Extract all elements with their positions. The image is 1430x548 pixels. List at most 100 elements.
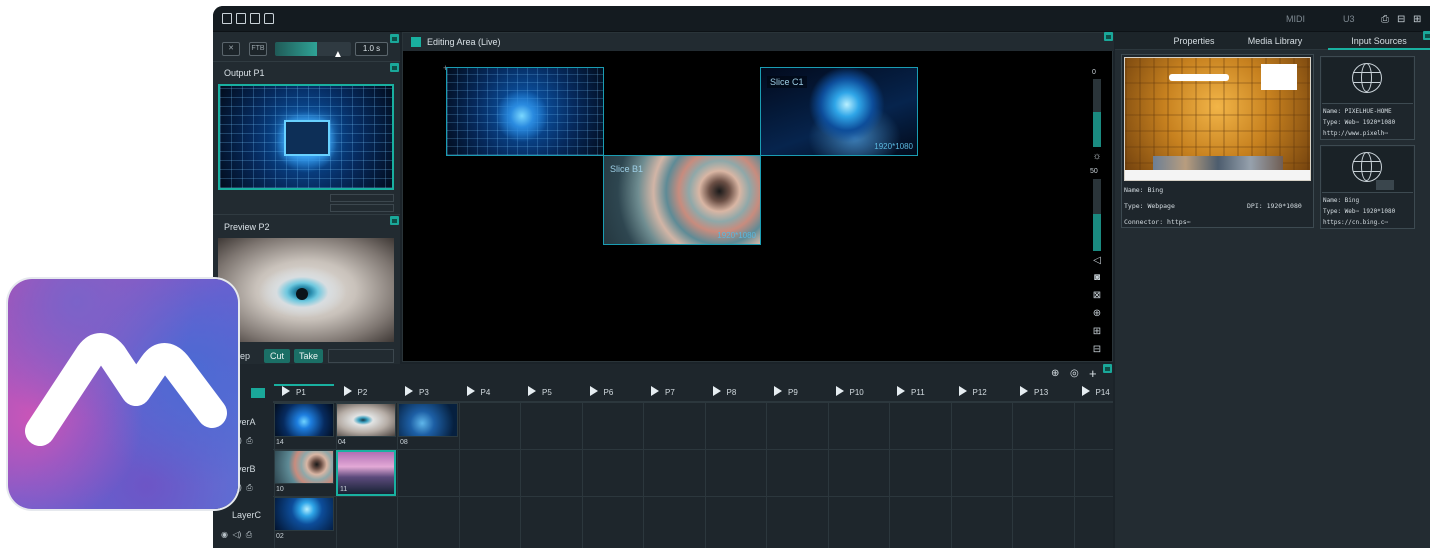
slice-label: Slice B1	[610, 164, 644, 174]
add-icon[interactable]: +	[1089, 366, 1097, 381]
layer-name[interactable]: LayerC	[232, 510, 261, 520]
lock-icon[interactable]	[390, 63, 399, 72]
page-tab-p7[interactable]: P7	[651, 384, 675, 402]
globe-meridian	[1361, 63, 1372, 92]
close-transition-button[interactable]: ✕	[222, 42, 240, 56]
page-tab-p14[interactable]: P14	[1081, 384, 1110, 402]
page-tab-p1[interactable]: P1	[282, 384, 306, 402]
tab-input-sources[interactable]: Input Sources	[1328, 32, 1430, 50]
crosshair-icon[interactable]: ⊕	[1051, 368, 1059, 379]
screenshot-icon[interactable]: ◙	[1091, 272, 1103, 283]
save-icon[interactable]	[250, 13, 260, 24]
slice-b1[interactable]: Slice B1 1920*1080	[603, 155, 761, 245]
layout-icon-2[interactable]: ⊟	[1397, 14, 1405, 25]
cross-box-icon[interactable]: ⊠	[1091, 290, 1103, 301]
layout-icon-1[interactable]: ⎙	[1381, 14, 1389, 25]
slice-a1[interactable]	[446, 67, 604, 156]
page-tab-p11[interactable]: P11	[897, 384, 925, 402]
volume-meter[interactable]	[1093, 179, 1101, 251]
u3-label[interactable]: U3	[1343, 14, 1355, 24]
output-label: Output	[224, 68, 252, 78]
play-icon	[774, 386, 782, 396]
speaker-icon[interactable]: ◁)	[232, 530, 241, 539]
page-tab-p9[interactable]: P9	[774, 384, 798, 402]
plus-box-icon[interactable]: ⊞	[1091, 326, 1103, 337]
play-icon	[343, 386, 352, 396]
page-tab-p13[interactable]: P13	[1020, 384, 1048, 402]
eye-icon[interactable]: ◉	[221, 530, 228, 539]
lock-icon[interactable]: ⎙	[246, 436, 252, 445]
lock-icon[interactable]: ⎙	[246, 483, 252, 492]
cut-button[interactable]: Cut	[264, 349, 290, 363]
source-connector: Connector: https⋯	[1124, 218, 1191, 226]
play-icon	[528, 386, 536, 396]
lock-icon[interactable]	[1103, 364, 1112, 373]
page-tab-p3[interactable]: P3	[405, 384, 429, 402]
source-url: http://www.pixelh⋯	[1323, 130, 1389, 137]
play-icon	[835, 386, 844, 396]
lock-icon[interactable]	[390, 34, 399, 43]
play-icon	[651, 386, 659, 396]
clip-thumbnail[interactable]	[274, 497, 334, 531]
volume-icon[interactable]: ◁	[1091, 255, 1103, 266]
source-card-pixelhue[interactable]: Name: PIXELHUE-HOME Type: Web⋯ 1920*1080…	[1320, 56, 1415, 140]
minus-box-icon[interactable]: ⊟	[1091, 344, 1103, 355]
page-label: P10	[849, 388, 864, 397]
open-file-icon[interactable]	[236, 13, 246, 24]
clip-thumbnail[interactable]	[274, 403, 334, 437]
mouse-cursor-icon: ▲	[333, 49, 343, 60]
page-tab-p4[interactable]: P4	[466, 384, 490, 402]
take-button[interactable]: Take	[294, 349, 323, 363]
audio-meter[interactable]	[1093, 79, 1101, 147]
play-icon	[712, 386, 721, 396]
clip-thumbnail[interactable]	[336, 403, 396, 437]
page-label: P14	[1095, 388, 1110, 397]
page-tab-p6[interactable]: P6	[589, 384, 614, 402]
vu-scale-mid: 50	[1090, 168, 1098, 175]
page-label: P13	[1034, 388, 1049, 397]
page-label: P7	[665, 388, 675, 397]
source-type: Type: Web⋯ 1920*1080	[1323, 208, 1396, 215]
globe-icon	[1352, 63, 1382, 93]
slice-resolution: 1920*1080	[874, 142, 913, 151]
layout-icon-3[interactable]: ⊞	[1413, 14, 1421, 25]
play-icon	[466, 386, 475, 396]
lock-icon[interactable]: ⎙	[246, 530, 252, 539]
clip-number: 11	[340, 486, 348, 493]
brightness-icon[interactable]: ☼	[1091, 151, 1103, 162]
slice-c1[interactable]: Slice C1 1920*1080	[760, 67, 918, 156]
page-tab-p2[interactable]: P2	[343, 384, 367, 402]
source-url: https://cn.bing.c⋯	[1323, 219, 1389, 226]
app-logo	[8, 279, 238, 509]
source-card-bing[interactable]: Name: Bing Type: Web⋯ 1920*1080 https://…	[1320, 145, 1415, 229]
target-icon[interactable]: ⊕	[1091, 308, 1103, 319]
lock-icon[interactable]	[1104, 32, 1113, 41]
tab-media-library[interactable]: Media Library	[1225, 32, 1325, 50]
clip-thumbnail[interactable]	[274, 450, 334, 484]
play-icon	[405, 386, 413, 396]
lock-icon[interactable]	[1423, 31, 1430, 40]
editing-area[interactable]: Editing Area (Live) + Slice C1 1920*1080…	[402, 32, 1114, 362]
right-panel: Properties Media Library Input Sources N…	[1115, 31, 1430, 548]
page-tab-p8[interactable]: P8	[712, 384, 736, 402]
new-file-icon[interactable]	[222, 13, 232, 24]
midi-label[interactable]: MIDI	[1286, 14, 1305, 24]
page-tab-p5[interactable]: P5	[528, 384, 552, 402]
divider	[213, 61, 400, 62]
page-tab-p12[interactable]: P12	[958, 384, 987, 402]
source-card-main[interactable]: Name: Bing Type: Webpage DPI: 1920*1080 …	[1121, 54, 1314, 228]
timeline: ⊕ ◎ + P1 P2 P3 P4 P5 P6 P7 P8 P9 P10 P11 P12 P13 P14 …	[213, 364, 1113, 548]
lock-icon[interactable]	[390, 216, 399, 225]
logo-m-mark	[25, 333, 227, 446]
clip-thumbnail[interactable]	[398, 403, 458, 437]
source-name: Name: Bing	[1124, 186, 1164, 194]
ftb-button[interactable]: FTB	[249, 42, 267, 56]
page-label: P11	[911, 388, 925, 397]
page-label: P6	[603, 388, 614, 397]
page-tab-p10[interactable]: P10	[835, 384, 864, 402]
footer-graphic	[1125, 170, 1310, 180]
timeline-mode-icon[interactable]	[251, 388, 265, 398]
duration-field[interactable]: 1.0 s	[355, 42, 388, 56]
location-icon[interactable]: ◎	[1070, 368, 1079, 379]
export-icon[interactable]	[264, 13, 274, 24]
